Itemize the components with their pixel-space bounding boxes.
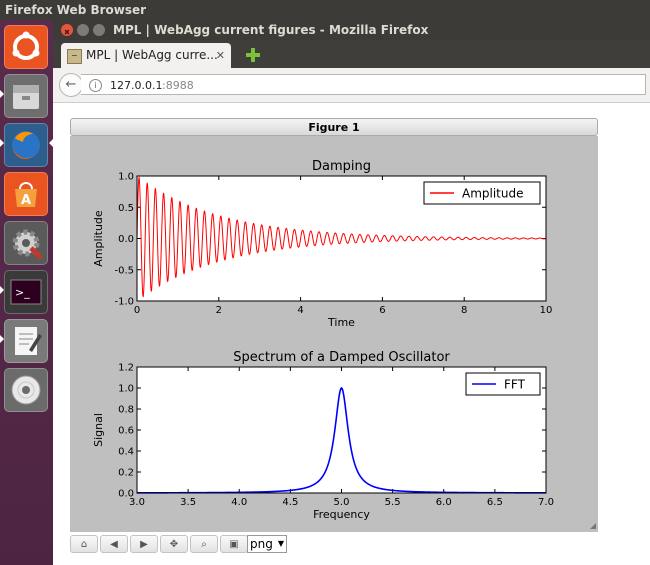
x-tick-label: 5.0	[334, 497, 350, 508]
zoom-icon[interactable]: ⌕	[190, 535, 218, 553]
running-indicator	[0, 335, 4, 343]
y-tick-label: -0.5	[114, 265, 134, 276]
url-host: 127.0.0.1	[110, 79, 163, 92]
svg-text:>_: >_	[15, 286, 30, 299]
x-tick-label: 3.5	[180, 497, 196, 508]
tab-title: MPL | WebAgg curre...	[86, 48, 218, 62]
x-tick-label: 4.5	[282, 497, 298, 508]
y-tick-label: 0.0	[118, 234, 134, 245]
figure-svg: Damping 0 2 4 6 8 10 -1.0 -0.5 0.0 0.5 1.0 Time Ampli…	[92, 159, 596, 529]
x-tick-label: 5.5	[385, 497, 401, 508]
x-tick-label: 4.0	[231, 497, 247, 508]
y-tick-label: -1.0	[114, 297, 134, 308]
unity-launcher: A >_	[0, 20, 53, 565]
files-icon[interactable]	[4, 74, 48, 118]
x-tick-label: 6.5	[487, 497, 503, 508]
running-indicator	[0, 286, 4, 294]
back-arrow-icon: ←	[65, 77, 77, 92]
y-tick-label: 1.0	[118, 172, 134, 183]
close-tab-icon[interactable]: ✕	[216, 43, 225, 68]
window-title-bar: MPL | WebAgg current figures - Mozilla F…	[53, 20, 650, 40]
x-tick-label: 7.0	[538, 497, 554, 508]
y-axis-label: Signal	[92, 413, 105, 447]
x-tick-label: 0	[134, 305, 140, 316]
y-axis-label: Amplitude	[92, 210, 105, 267]
y-tick-label: 1.0	[118, 384, 134, 395]
format-selected: png	[250, 537, 273, 551]
os-top-bar: Firefox Web Browser	[0, 0, 650, 20]
minimize-window-button[interactable]	[77, 24, 89, 36]
y-tick-label: 0.6	[118, 426, 134, 437]
y-tick-label: 1.2	[118, 363, 134, 374]
pan-icon[interactable]: ✥	[160, 535, 188, 553]
dvd-icon[interactable]	[4, 368, 48, 412]
x-tick-label: 6	[379, 305, 385, 316]
y-tick-label: 0.5	[118, 203, 134, 214]
tab-webagg[interactable]: ~ MPL | WebAgg curre... ✕	[61, 43, 231, 68]
resize-handle-icon[interactable]	[590, 523, 596, 529]
save-icon[interactable]: ▣	[220, 535, 248, 553]
page-content: Figure 1 Damping 0 2 4 6 8 10 -1.0 -0.5 0.0 0.5 1.0…	[53, 103, 650, 565]
x-axis-label: Time	[327, 316, 355, 329]
home-icon[interactable]: ⌂	[70, 535, 98, 553]
y-tick-label: 0.0	[118, 489, 134, 500]
url-bar[interactable]: i 127.0.0.1 :8988	[81, 74, 646, 95]
y-tick-label: 0.4	[118, 447, 134, 458]
active-app-title: Firefox Web Browser	[5, 3, 147, 17]
tab-strip: ~ MPL | WebAgg curre... ✕	[53, 40, 650, 68]
back-arrow-icon[interactable]: ◀	[100, 535, 128, 553]
back-button[interactable]: ←	[59, 73, 83, 97]
matplotlib-favicon-icon: ~	[67, 49, 82, 64]
x-tick-label: 8	[461, 305, 467, 316]
terminal-icon[interactable]: >_	[4, 270, 48, 314]
figure-canvas[interactable]: Damping 0 2 4 6 8 10 -1.0 -0.5 0.0 0.5 1.0 Time Ampli…	[70, 136, 598, 532]
url-port: :8988	[162, 79, 194, 92]
x-axis-label: Frequency	[313, 508, 370, 521]
x-tick-label: 4	[297, 305, 303, 316]
window-title: MPL | WebAgg current figures - Mozilla F…	[113, 23, 429, 37]
navigation-bar: ← i 127.0.0.1 :8988	[53, 68, 650, 103]
svg-text:A: A	[21, 193, 31, 208]
x-tick-label: 10	[540, 305, 553, 316]
x-tick-label: 2	[216, 305, 222, 316]
close-window-button[interactable]	[61, 24, 73, 36]
site-info-icon[interactable]: i	[89, 79, 102, 92]
firefox-icon[interactable]	[4, 123, 48, 167]
running-indicator	[0, 90, 4, 98]
y-tick-label: 0.8	[118, 405, 134, 416]
chart-title: Spectrum of a Damped Oscillator	[233, 350, 450, 365]
format-select[interactable]: png ▼	[247, 535, 287, 553]
figure-title-bar: Figure 1	[70, 118, 598, 136]
forward-arrow-icon[interactable]: ▶	[130, 535, 158, 553]
chart-title: Damping	[312, 159, 371, 174]
ubuntu-dash-icon[interactable]	[4, 25, 48, 69]
x-tick-label: 6.0	[436, 497, 452, 508]
chevron-down-icon: ▼	[277, 539, 284, 548]
y-tick-label: 0.2	[118, 468, 134, 479]
software-center-icon[interactable]: A	[4, 172, 48, 216]
maximize-window-button[interactable]	[93, 24, 105, 36]
system-settings-icon[interactable]	[4, 221, 48, 265]
legend-label: FFT	[504, 378, 526, 392]
legend-label: Amplitude	[462, 187, 524, 201]
figure-title: Figure 1	[308, 121, 360, 134]
new-tab-icon[interactable]	[246, 47, 260, 62]
text-editor-icon[interactable]	[4, 319, 48, 363]
running-indicator	[0, 139, 4, 147]
